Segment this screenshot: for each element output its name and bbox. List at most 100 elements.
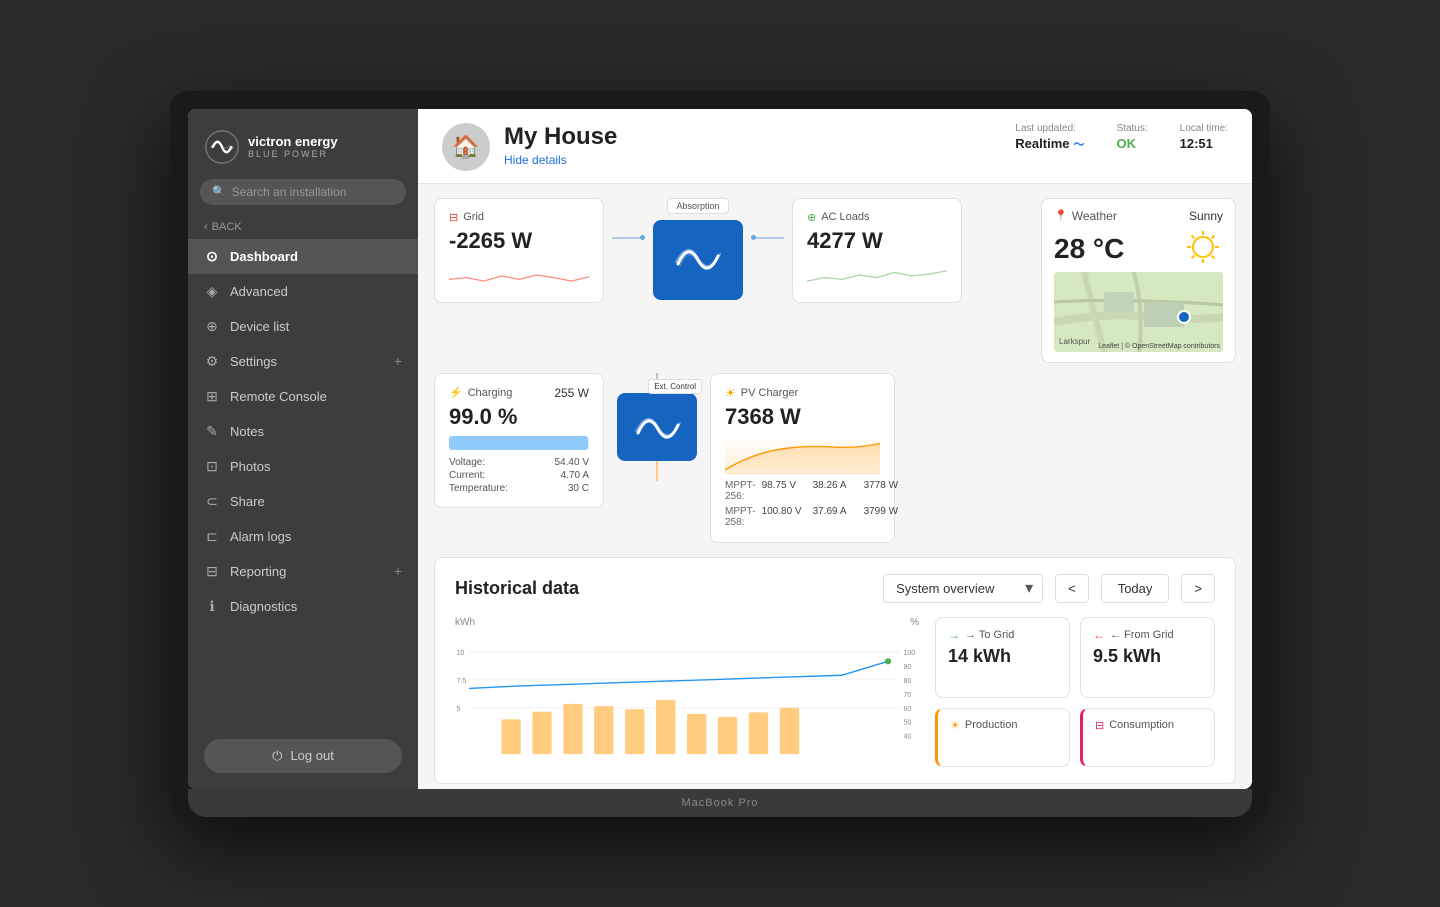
status-label: Status: (1117, 123, 1148, 134)
sidebar-item-label: Settings (230, 354, 277, 369)
consumption-stat-card: ⊟ Consumption (1080, 708, 1215, 767)
sidebar-item-share[interactable]: ⊂ Share (188, 484, 418, 519)
settings-icon: ⚙ (204, 353, 220, 370)
search-input[interactable] (232, 185, 394, 199)
mppt-table: MPPT-256: 98.75 V 38.26 A 3778 W MPPT-25… (725, 478, 880, 530)
second-inverter-logo (630, 403, 685, 451)
chart-y-right-label: % (910, 617, 919, 628)
system-overview-select[interactable]: System overview (883, 574, 1043, 603)
search-icon: 🔍 (212, 185, 226, 198)
sidebar-item-label: Reporting (230, 564, 286, 579)
last-updated-meta: Last updated: Realtime 〜 (1015, 123, 1084, 152)
chart-area: kWh % 10 7.5 5 100 90 80 (455, 617, 919, 767)
local-time-label: Local time: (1180, 123, 1228, 134)
back-label: BACK (212, 221, 242, 233)
sidebar-item-photos[interactable]: ⊡ Photos (188, 449, 418, 484)
reporting-icon: ⊟ (204, 563, 220, 580)
laptop-screen: victron energy BLUE POWER 🔍 ‹ BACK ⊙ Das… (188, 109, 1252, 789)
sidebar-item-notes[interactable]: ✎ Notes (188, 414, 418, 449)
next-period-button[interactable]: > (1181, 574, 1215, 603)
pv-chart (725, 434, 880, 474)
house-avatar: 🏠 (442, 123, 490, 171)
dashboard-icon: ⊙ (204, 248, 220, 265)
previous-period-button[interactable]: < (1055, 574, 1089, 603)
sidebar-item-alarm-logs[interactable]: ⊏ Alarm logs (188, 519, 418, 554)
sidebar-item-reporting[interactable]: ⊟ Reporting + (188, 554, 418, 589)
sidebar-item-label: Notes (230, 424, 264, 439)
sidebar-item-advanced[interactable]: ◈ Advanced (188, 274, 418, 309)
pv-charger-title: ☀ PV Charger (725, 386, 880, 400)
device-list-icon: ⊕ (204, 318, 220, 335)
sidebar-item-device-list[interactable]: ⊕ Device list (188, 309, 418, 344)
logout-label: Log out (290, 748, 333, 763)
sidebar-item-remote-console[interactable]: ⊞ Remote Console (188, 379, 418, 414)
pv-charger-card: ☀ PV Charger 7368 W (710, 373, 895, 543)
svg-text:60: 60 (904, 705, 912, 712)
inverter-pv-connection: Ext. Control (612, 373, 702, 481)
photos-icon: ⊡ (204, 458, 220, 475)
local-time-value: 12:51 (1180, 136, 1228, 151)
today-button[interactable]: Today (1101, 574, 1170, 603)
hide-details-link[interactable]: Hide details (504, 153, 567, 167)
sidebar-item-label: Remote Console (230, 389, 327, 404)
historical-body: kWh % 10 7.5 5 100 90 80 (455, 617, 1215, 767)
historical-chart-svg: 10 7.5 5 100 90 80 70 60 50 40 (455, 630, 919, 770)
system-overview-wrapper[interactable]: System overview (883, 574, 1043, 603)
charging-icon: ⚡ (449, 386, 463, 399)
logout-icon: ⏻ (272, 748, 282, 764)
charging-progress-bar (449, 436, 589, 450)
sidebar-item-settings[interactable]: ⚙ Settings + (188, 344, 418, 379)
absorption-badge: Absorption (667, 198, 728, 214)
svg-text:70: 70 (904, 691, 912, 698)
svg-text:90: 90 (904, 664, 912, 671)
last-updated-value: Realtime 〜 (1015, 136, 1084, 152)
svg-text:Larkspur: Larkspur (1059, 337, 1090, 346)
settings-expand-icon: + (394, 353, 402, 369)
mppt-258-row: MPPT-258: 100.80 V 37.69 A 3799 W (725, 504, 880, 530)
alarm-icon: ⊏ (204, 528, 220, 545)
ext-control-badge: Ext. Control (648, 379, 702, 394)
grid-icon: ⊟ (449, 211, 458, 224)
brand-sub: BLUE POWER (248, 149, 338, 159)
production-icon: ☀ (950, 719, 960, 732)
back-arrow-icon: ‹ (204, 221, 208, 233)
map-leaflet-credit: Leaflet | © OpenStreetMap contributors (1098, 343, 1220, 350)
svg-text:10: 10 (457, 650, 465, 657)
sidebar-item-label: Device list (230, 319, 289, 334)
weather-condition: Sunny (1189, 209, 1223, 223)
charging-title: ⚡ Charging 255 W (449, 386, 589, 400)
status-value: OK (1117, 136, 1148, 151)
grid-card-title: ⊟ Grid (449, 211, 589, 224)
sidebar-item-label: Alarm logs (230, 529, 291, 544)
pv-icon: ☀ (725, 386, 736, 400)
brand-name: victron energy (248, 134, 338, 150)
laptop-bottom-bar: MacBook Pro (188, 789, 1252, 817)
svg-text:100: 100 (904, 650, 916, 657)
share-icon: ⊂ (204, 493, 220, 510)
from-grid-stat-card: ← ← From Grid 9.5 kWh (1080, 617, 1215, 698)
svg-text:80: 80 (904, 677, 912, 684)
sidebar-logo: victron energy BLUE POWER (188, 109, 418, 179)
house-info: My House Hide details (504, 123, 617, 169)
historical-header: Historical data System overview < Today … (455, 574, 1215, 603)
sidebar-item-label: Dashboard (230, 249, 298, 264)
remote-console-icon: ⊞ (204, 388, 220, 405)
logout-button[interactable]: ⏻ Log out (204, 739, 402, 773)
flow-line-grid-inverter (612, 198, 645, 278)
victron-logo-icon (204, 129, 240, 165)
search-box[interactable]: 🔍 (200, 179, 406, 205)
back-button[interactable]: ‹ BACK (188, 215, 418, 239)
consumption-icon: ⊟ (1095, 719, 1104, 732)
sidebar-item-dashboard[interactable]: ⊙ Dashboard (188, 239, 418, 274)
from-grid-label: ← ← From Grid (1093, 628, 1202, 642)
pv-charger-value: 7368 W (725, 404, 880, 430)
stats-sidebar: → → To Grid 14 kWh ← ← From Grid (935, 617, 1215, 767)
weather-location-icon: 📍 (1054, 209, 1068, 222)
ac-loads-value: 4277 W (807, 228, 947, 254)
laptop-model-label: MacBook Pro (681, 797, 758, 809)
laptop-shell: victron energy BLUE POWER 🔍 ‹ BACK ⊙ Das… (170, 91, 1270, 817)
weather-card: 📍 Weather Sunny 28 °C (1041, 198, 1236, 363)
production-label: ☀ Production (950, 719, 1057, 732)
grid-card: ⊟ Grid -2265 W (434, 198, 604, 303)
sidebar-item-diagnostics[interactable]: ℹ Diagnostics (188, 589, 418, 624)
